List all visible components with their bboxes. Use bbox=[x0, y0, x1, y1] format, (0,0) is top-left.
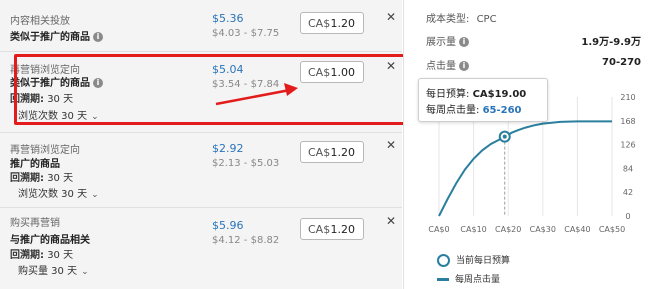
current-budget-point-center bbox=[502, 134, 507, 139]
chart-tooltip: 每日预算: CA$19.00 每周点击量: 65-260 bbox=[418, 78, 548, 122]
tooltip-clicks-label: 每周点击量: bbox=[426, 105, 480, 116]
x-tick-label: CA$40 bbox=[564, 225, 590, 234]
legend-weekly-label: 每周点击量 bbox=[455, 275, 501, 285]
y-tick-label: 168 bbox=[620, 117, 635, 126]
tooltip-clicks: 每周点击量: 65-260 bbox=[426, 101, 522, 116]
clicks-forecast-chart: CA$0 CA$10 CA$20 CA$30 CA$40 CA$500 42 84 126 168… bbox=[428, 93, 635, 234]
x-tick-label: CA$30 bbox=[530, 225, 556, 234]
x-tick-label: CA$10 bbox=[460, 225, 486, 234]
tooltip-budget-label: 每日预算: bbox=[426, 89, 470, 100]
series-line bbox=[438, 120, 612, 217]
forecast-panel: 成本类型: CPC 展示量 i 1.9万-9.9万 点击量 i 70-270 CA$… bbox=[403, 0, 664, 289]
y-tick-label: 210 bbox=[620, 93, 635, 102]
tooltip-budget: 每日预算: CA$19.00 bbox=[426, 85, 526, 100]
line-marker-icon bbox=[437, 278, 449, 281]
tooltip-clicks-value: 65-260 bbox=[482, 105, 522, 116]
targeting-list: 内容相关投放 类似于推广的商品 i $5.36 $4.03 - $7.75 CA$… bbox=[0, 0, 414, 289]
y-tick-label: 0 bbox=[625, 212, 630, 221]
circle-marker-icon bbox=[437, 254, 450, 267]
legend-weekly-clicks: 每周点击量 bbox=[437, 272, 500, 285]
annotation-arrow bbox=[215, 83, 298, 106]
y-tick-label: 42 bbox=[623, 188, 633, 197]
legend-current-budget: 当前每日预算 bbox=[437, 253, 510, 267]
y-tick-label: 84 bbox=[623, 164, 633, 173]
x-tick-label: CA$0 bbox=[428, 225, 449, 234]
x-tick-label: CA$20 bbox=[495, 225, 521, 234]
y-tick-label: 126 bbox=[620, 141, 635, 150]
tooltip-budget-value: CA$19.00 bbox=[472, 89, 527, 100]
legend-current-label: 当前每日预算 bbox=[456, 256, 511, 266]
x-tick-label: CA$50 bbox=[599, 225, 625, 234]
